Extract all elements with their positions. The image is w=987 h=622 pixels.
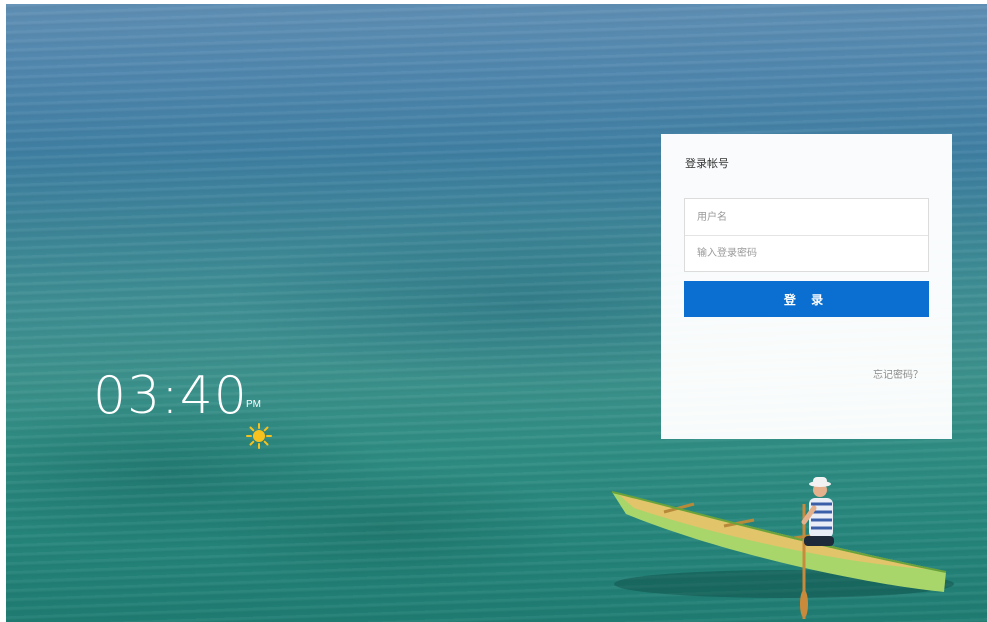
login-field-group: [684, 198, 929, 272]
username-input[interactable]: [685, 199, 928, 235]
forgot-password-link[interactable]: 忘记密码？: [873, 366, 923, 381]
clock-ampm: PM: [246, 399, 261, 410]
clock-widget: 03:40 PM: [93, 366, 272, 449]
password-input[interactable]: [685, 235, 928, 271]
clock-time: 03:40: [93, 366, 248, 426]
login-button[interactable]: 登 录: [684, 281, 929, 317]
login-title: 登录帐号: [685, 158, 729, 170]
sun-icon: [246, 423, 272, 449]
canoe-illustration: [611, 477, 954, 619]
login-panel: 登录帐号 登 录 忘记密码？: [661, 134, 952, 439]
background-lake-photo: 03:40 PM 登录帐号 用户名 登 录 忘记密码？: [6, 4, 987, 622]
